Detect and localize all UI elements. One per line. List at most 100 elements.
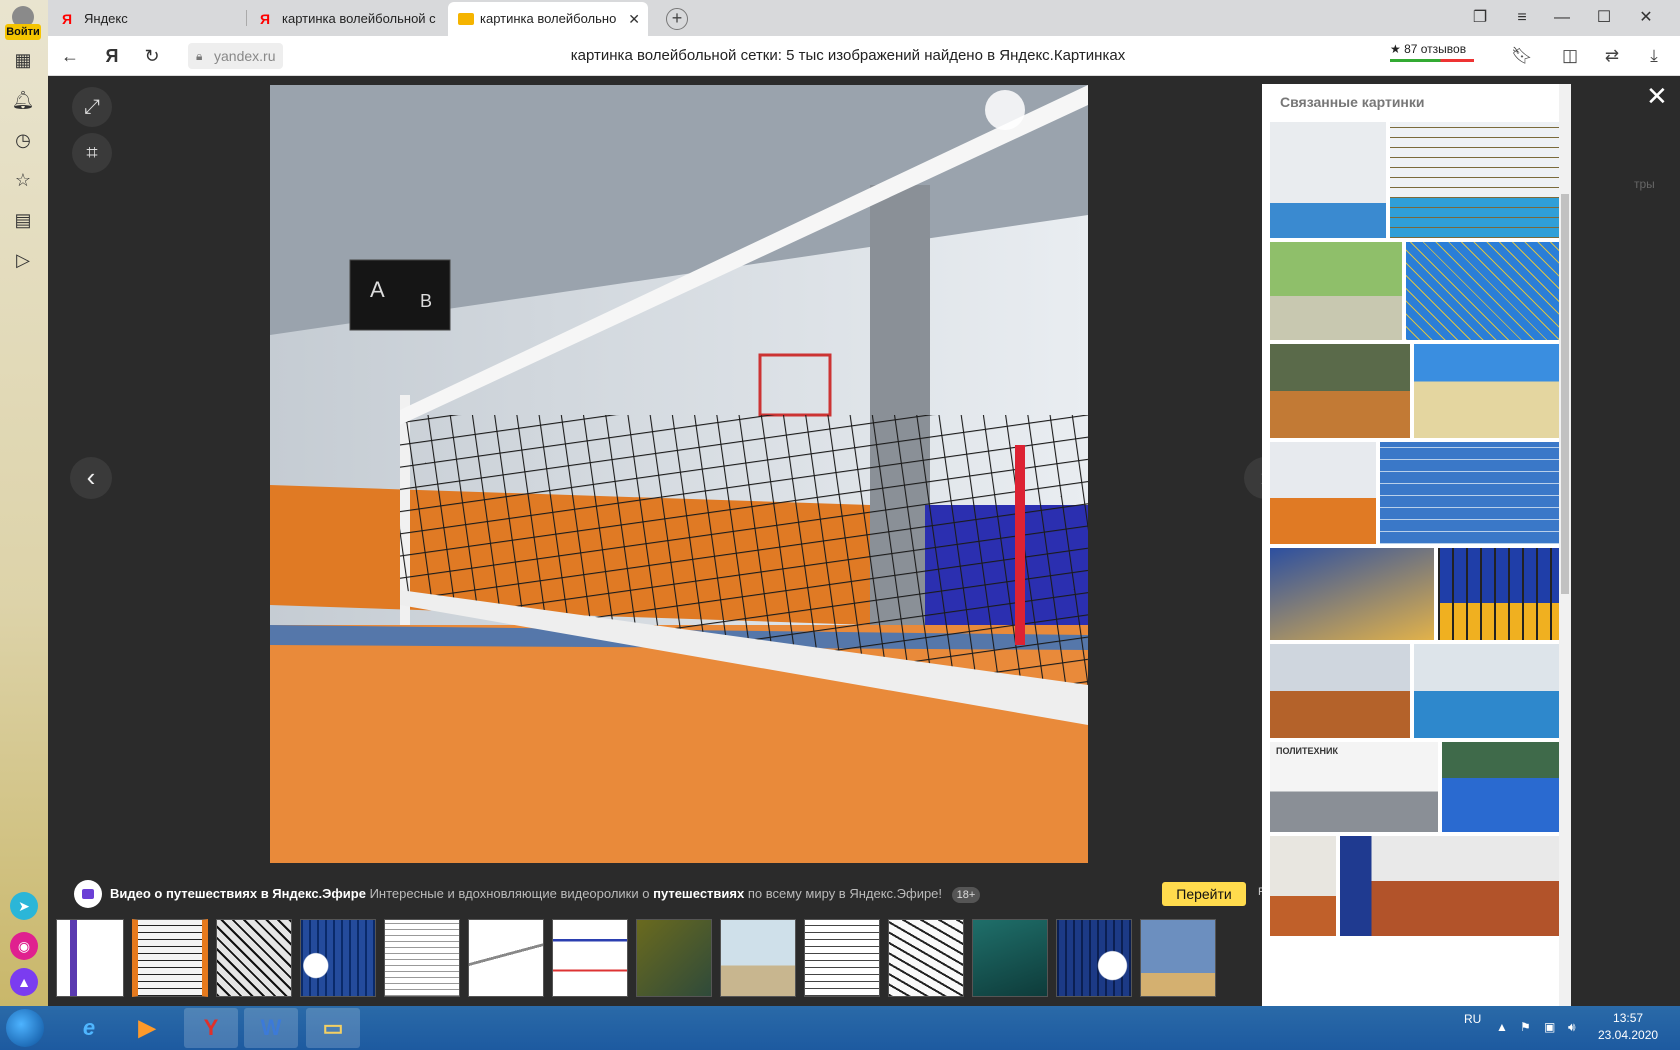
messenger-app-icon[interactable]: ➤ <box>10 892 38 920</box>
svg-text:B: B <box>420 291 432 311</box>
related-scrollbar[interactable] <box>1559 84 1571 1006</box>
thumbnail[interactable] <box>552 919 628 997</box>
related-image[interactable] <box>1270 644 1410 738</box>
related-caption: ПОЛИТЕХНИК <box>1276 746 1338 756</box>
alice-app-icon[interactable]: ◉ <box>10 932 38 960</box>
thumbnail[interactable] <box>56 919 124 997</box>
menu-icon[interactable]: ≡ <box>1508 6 1536 30</box>
thumbnail[interactable] <box>804 919 880 997</box>
efir-logo-icon <box>74 880 102 908</box>
related-title: Связанные картинки <box>1280 94 1425 110</box>
crop-icon[interactable]: ⌗ <box>72 133 112 173</box>
main-volleyball-net-image[interactable]: A B <box>270 85 1088 863</box>
tab-label: Яндекс <box>84 11 128 26</box>
related-image[interactable] <box>1270 836 1336 936</box>
promo-text-after: по всему миру в Яндекс.Эфире! <box>744 886 943 901</box>
page-title[interactable]: картинка волейбольной сетки: 5 тыс изобр… <box>348 36 1348 76</box>
related-image[interactable] <box>1406 242 1564 340</box>
hidden-filter-text: тры <box>1634 177 1655 191</box>
language-indicator[interactable]: RU <box>1464 1012 1481 1026</box>
tab-label: картинка волейбольно <box>480 11 617 26</box>
translate-icon[interactable]: ⇄ <box>1600 44 1624 68</box>
protect-icon[interactable]: ◫ <box>1558 44 1582 68</box>
show-hidden-icons-icon[interactable]: ▲ <box>1496 1020 1508 1034</box>
tab-image-viewer[interactable]: картинка волейбольно ✕ <box>448 2 648 36</box>
thumbnail[interactable] <box>468 919 544 997</box>
thumbnail[interactable] <box>636 919 712 997</box>
thumbnail[interactable] <box>216 919 292 997</box>
fullscreen-icon[interactable]: ⤢ <box>72 87 112 127</box>
thumbnail[interactable] <box>972 919 1048 997</box>
history-clock-icon[interactable]: ◷ <box>11 128 35 152</box>
network-icon[interactable]: ▣ <box>1544 1020 1555 1034</box>
age-badge: 18+ <box>951 887 981 903</box>
related-image[interactable] <box>1414 644 1564 738</box>
bookmark-icon[interactable]: 🔖︎ <box>1510 44 1534 68</box>
related-image[interactable] <box>1390 122 1564 238</box>
related-image[interactable] <box>1270 548 1434 640</box>
thumbnail[interactable] <box>720 919 796 997</box>
related-image[interactable] <box>1414 344 1564 438</box>
tab-yandex[interactable]: Я Яндекс <box>52 2 242 36</box>
start-button[interactable] <box>6 1009 44 1047</box>
lock-icon: 🔒︎ <box>196 49 203 63</box>
related-image[interactable] <box>1380 442 1564 544</box>
related-image[interactable] <box>1442 742 1564 832</box>
favorites-star-icon[interactable]: ☆ <box>11 168 35 192</box>
promo-go-button[interactable]: Перейти <box>1162 882 1246 906</box>
file-explorer-icon[interactable]: ▭ <box>306 1008 360 1048</box>
thumbnail[interactable] <box>1056 919 1132 997</box>
close-tab-icon[interactable]: ✕ <box>628 2 640 36</box>
related-image[interactable]: ПОЛИТЕХНИК <box>1270 742 1438 832</box>
minimize-icon[interactable]: — <box>1548 6 1576 30</box>
thumbnail[interactable] <box>384 919 460 997</box>
image-icon <box>458 13 474 25</box>
close-viewer-icon[interactable]: ✕ <box>1646 81 1668 112</box>
related-image[interactable] <box>1270 242 1402 340</box>
yandex-browser-icon[interactable]: Y <box>184 1008 238 1048</box>
collections-icon[interactable]: ▤ <box>11 208 35 232</box>
word-icon[interactable]: W <box>244 1008 298 1048</box>
thumbnail-strip <box>56 919 1216 997</box>
related-image[interactable] <box>1270 442 1376 544</box>
play-video-icon[interactable]: ▷ <box>11 248 35 272</box>
download-icon[interactable]: ⤓ <box>1642 44 1666 68</box>
internet-explorer-icon[interactable]: e <box>62 1008 116 1048</box>
promo-text[interactable]: Видео о путешествиях в Яндекс.Эфире Инте… <box>110 874 981 914</box>
rating-bar <box>1390 59 1474 62</box>
profile-button[interactable]: Войти <box>5 6 41 40</box>
url-domain[interactable]: 🔒︎ yandex.ru <box>188 43 284 69</box>
promo-text-highlight: путешествиях <box>653 886 745 901</box>
promo-text-before: Интересные и вдохновляющие видеоролики о <box>365 886 654 901</box>
new-tab-button[interactable]: + <box>666 8 688 30</box>
clock-time: 13:57 <box>1613 1011 1644 1025</box>
back-arrow-icon[interactable]: ← <box>58 44 82 68</box>
related-image[interactable] <box>1270 344 1410 438</box>
maximize-icon[interactable]: ☐ <box>1590 6 1618 30</box>
thumbnail[interactable] <box>888 919 964 997</box>
yandex-logo-icon[interactable]: Я <box>100 44 124 68</box>
media-player-icon[interactable]: ▶ <box>120 1008 174 1048</box>
apps-grid-icon[interactable]: ▦ <box>11 48 35 72</box>
thumbnail[interactable] <box>1140 919 1216 997</box>
notifications-bell-icon[interactable]: 🔔︎ <box>11 88 35 112</box>
thumbnail[interactable] <box>300 919 376 997</box>
tab-search-results[interactable]: Я картинка волейбольной с <box>250 2 440 36</box>
prev-image-button[interactable]: ‹ <box>70 457 112 499</box>
bookmarks-panel-icon[interactable]: ❐ <box>1466 6 1494 30</box>
clock-date: 23.04.2020 <box>1598 1028 1659 1042</box>
login-label: Войти <box>5 24 41 40</box>
reviews-badge[interactable]: ★ 87 отзывов <box>1390 42 1474 62</box>
related-image[interactable] <box>1438 548 1564 640</box>
system-clock[interactable]: 13:57 23.04.2020 <box>1598 1010 1658 1044</box>
volume-icon[interactable]: 🔊︎ <box>1568 1020 1576 1035</box>
thumbnail[interactable] <box>132 919 208 997</box>
related-image[interactable] <box>1270 122 1386 238</box>
related-image[interactable] <box>1340 836 1564 936</box>
reviews-label: ★ 87 отзывов <box>1390 42 1467 56</box>
music-app-icon[interactable]: ▲ <box>10 968 38 996</box>
reload-icon[interactable]: ↻ <box>140 44 164 68</box>
action-center-flag-icon[interactable]: ⚑ <box>1520 1020 1531 1034</box>
close-window-icon[interactable]: ✕ <box>1632 6 1660 30</box>
domain-text: yandex.ru <box>214 48 276 64</box>
